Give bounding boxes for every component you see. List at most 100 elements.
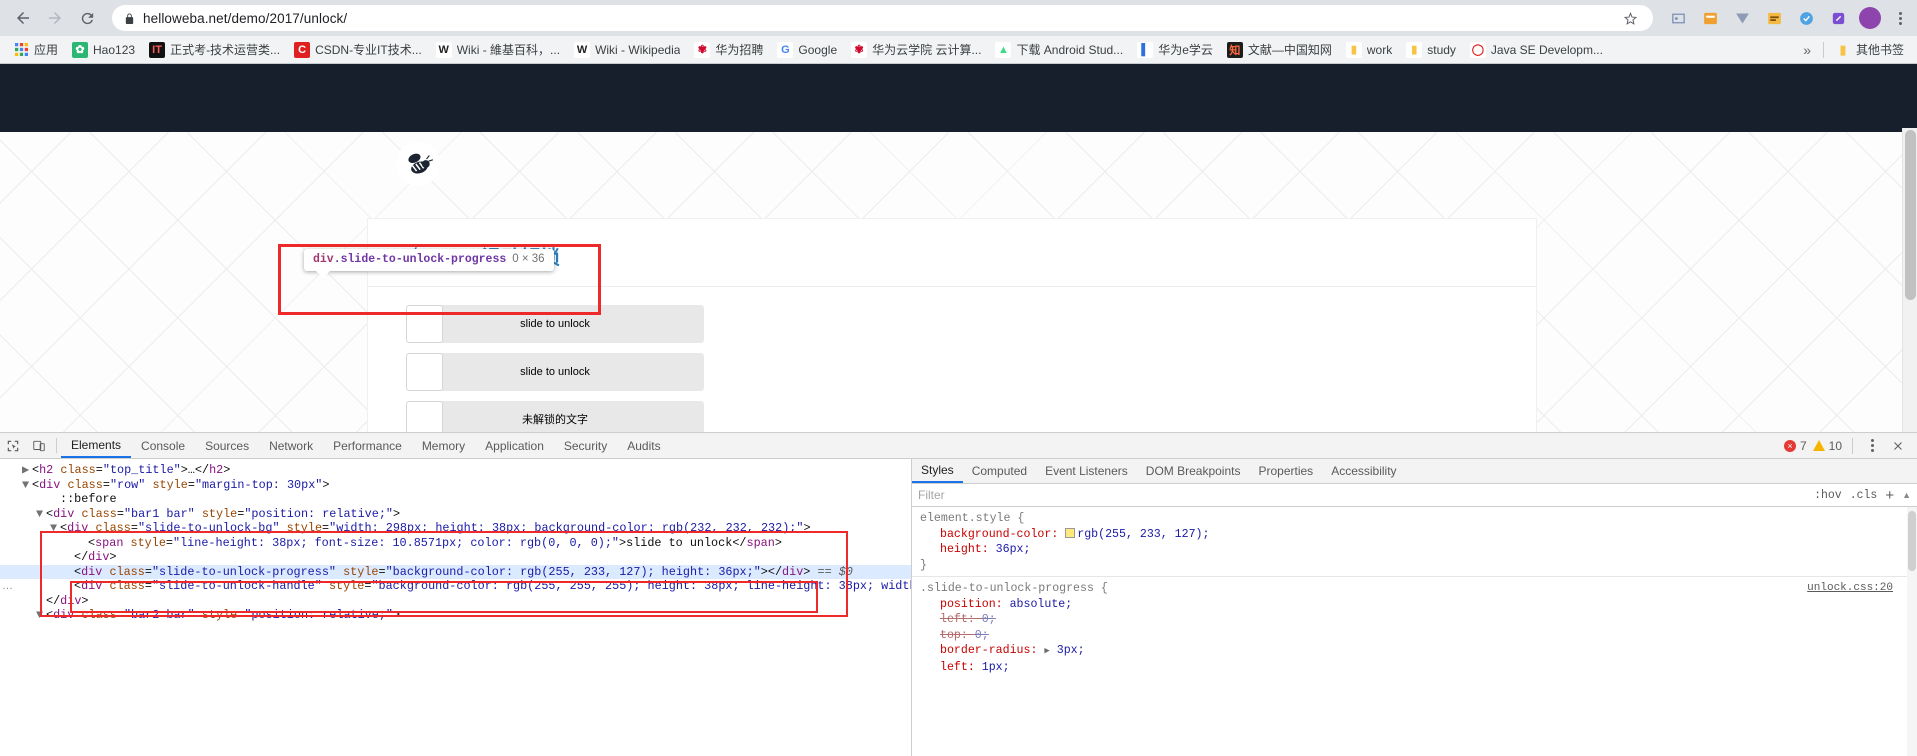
devtools-tab-console[interactable]: Console (131, 433, 195, 458)
hov-toggle[interactable]: :hov (1814, 489, 1842, 502)
scroll-up-caret-icon[interactable]: ▲ (1902, 490, 1911, 500)
slide-to-unlock-handle[interactable] (406, 353, 443, 391)
extension-icon-3[interactable] (1731, 7, 1753, 29)
cls-toggle[interactable]: .cls (1850, 489, 1878, 502)
forward-arrow-icon[interactable] (40, 3, 70, 33)
disclosure-triangle-icon[interactable]: ▼ (36, 608, 46, 623)
styles-tab-accessibility[interactable]: Accessibility (1322, 459, 1405, 483)
bookmark-other-folder[interactable]: ▮ 其他书签 (1828, 39, 1911, 60)
styles-tab-properties[interactable]: Properties (1249, 459, 1322, 483)
styles-scrollbar[interactable] (1907, 507, 1917, 756)
devtools-toolbar: Elements Console Sources Network Performance… (0, 433, 1917, 459)
bookmark-item[interactable]: ✿ Hao123 (65, 40, 142, 60)
extension-icon-2[interactable] (1699, 7, 1721, 29)
error-icon: × (1783, 439, 1796, 452)
back-arrow-icon[interactable] (8, 3, 38, 33)
extension-icon-4[interactable] (1763, 7, 1785, 29)
bookmark-item[interactable]: ✾ 华为招聘 (687, 39, 770, 60)
styles-filter-input[interactable]: Filter (918, 488, 1806, 502)
dom-node-line[interactable]: ▶ <h2 class="top_title">…</h2> (0, 463, 911, 478)
bookmark-item[interactable]: ◯ Java SE Developm... (1463, 40, 1610, 60)
devtools-tab-network[interactable]: Network (259, 433, 323, 458)
styles-scrollbar-thumb[interactable] (1908, 511, 1916, 571)
dom-node-line[interactable]: ▼ <div class="row" style="margin-top: 30p… (0, 478, 911, 493)
browser-menu-icon[interactable] (1891, 11, 1909, 25)
bookmark-item[interactable]: W Wiki - Wikipedia (567, 40, 687, 60)
inspect-element-icon[interactable] (0, 433, 26, 458)
dom-node-line[interactable]: ::before (0, 492, 911, 507)
new-style-rule-button[interactable]: + (1885, 488, 1894, 503)
css-declaration[interactable]: position: absolute; (920, 597, 1909, 613)
css-declaration[interactable]: height: 36px; (920, 542, 1909, 558)
dom-node-line[interactable]: <div class="slide-to-unlock-progress" st… (0, 564, 911, 579)
dom-node-line[interactable]: </div> (0, 550, 911, 565)
warning-badge[interactable]: 10 (1812, 439, 1842, 453)
slider-list: slide to unlockslide to unlock未解锁的文字slid… (368, 287, 1536, 432)
styles-rules[interactable]: element.style {background-color: rgb(255… (912, 507, 1917, 756)
styles-tab-computed[interactable]: Computed (963, 459, 1036, 483)
bookmarks-overflow-icon[interactable]: » (1795, 42, 1819, 58)
page-scrollbar[interactable] (1902, 128, 1917, 432)
disclosure-triangle-icon[interactable]: ▶ (22, 463, 32, 478)
slide-to-unlock-handle[interactable] (406, 305, 443, 343)
slide-to-unlock-handle[interactable] (406, 401, 443, 432)
bookmark-apps[interactable]: 应用 (6, 39, 65, 60)
styles-tab-dom-breakpoints[interactable]: DOM Breakpoints (1137, 459, 1250, 483)
css-declaration[interactable]: left: 1px; (920, 660, 1909, 676)
slide-to-unlock-bg[interactable]: slide to unlock (406, 353, 704, 391)
dom-node-line[interactable]: <div class="slide-to-unlock-handle" styl… (0, 579, 911, 594)
bookmark-item[interactable]: ▮ study (1399, 40, 1463, 60)
disclosure-triangle-icon[interactable]: ▼ (50, 521, 60, 536)
css-declaration[interactable]: background-color: rgb(255, 233, 127); (920, 527, 1909, 543)
profile-avatar[interactable] (1859, 7, 1881, 29)
bookmark-item[interactable]: ▲ 下载 Android Stud... (988, 39, 1130, 60)
dom-tree-pane[interactable]: ▶ <h2 class="top_title">…</h2> ▼ <div class… (0, 459, 912, 756)
extension-icon-6[interactable] (1827, 7, 1849, 29)
bookmark-star-icon[interactable] (1619, 7, 1641, 29)
styles-tab-styles[interactable]: Styles (912, 459, 963, 483)
bookmark-item[interactable]: C CSDN-专业IT技术... (287, 39, 429, 60)
device-toolbar-icon[interactable] (26, 433, 52, 458)
bookmark-item[interactable]: ✾ 华为云学院 云计算... (844, 39, 988, 60)
bookmark-item[interactable]: 知文献—中国知网 (1220, 39, 1339, 60)
page-scrollbar-thumb[interactable] (1905, 130, 1916, 300)
color-swatch[interactable] (1065, 527, 1076, 538)
dom-node-line[interactable]: ▼ <div class="bar2 bar" style="position: … (0, 608, 911, 623)
bookmark-item[interactable]: ▌ 华为e学云 (1130, 39, 1220, 60)
dom-node-line[interactable]: </div> (0, 594, 911, 609)
slide-to-unlock-bg[interactable]: slide to unlock (406, 305, 704, 343)
bee-logo-icon[interactable] (396, 142, 440, 186)
extension-icon-5[interactable] (1795, 7, 1817, 29)
devtools-tab-performance[interactable]: Performance (323, 433, 412, 458)
devtools-tab-audits[interactable]: Audits (617, 433, 670, 458)
extension-icon-1[interactable] (1667, 7, 1689, 29)
devtools-tab-security[interactable]: Security (554, 433, 617, 458)
css-source-link[interactable]: unlock.css:20 (1807, 581, 1893, 597)
slide-to-unlock-bg[interactable]: 未解锁的文字 (406, 401, 704, 432)
css-declaration[interactable]: border-radius: ▶ 3px; (920, 643, 1909, 660)
css-rule[interactable]: .slide-to-unlock-progress {unlock.css:20… (912, 576, 1917, 678)
bookmark-item[interactable]: G Google (770, 40, 844, 60)
css-declaration[interactable]: left: 0; (920, 612, 1909, 628)
devtools-tab-elements[interactable]: Elements (61, 433, 132, 458)
devtools-tab-application[interactable]: Application (475, 433, 554, 458)
expand-triangle-icon[interactable]: ▶ (1044, 646, 1049, 656)
dom-node-line[interactable]: ▼ <div class="slide-to-unlock-bg" style="… (0, 521, 911, 536)
devtools-tab-memory[interactable]: Memory (412, 433, 475, 458)
bookmark-item[interactable]: W Wiki - 維基百科，... (429, 39, 567, 60)
dom-node-line[interactable]: <span style="line-height: 38px; font-siz… (0, 536, 911, 551)
address-bar[interactable]: helloweba.net/demo/2017/unlock/ (112, 5, 1653, 31)
close-icon[interactable] (1887, 435, 1909, 457)
devtools-tab-sources[interactable]: Sources (195, 433, 259, 458)
disclosure-triangle-icon[interactable]: ▼ (22, 478, 32, 493)
bookmark-item[interactable]: ▮ work (1339, 40, 1399, 60)
bookmark-item[interactable]: IT 正式考-技术运营类... (142, 39, 287, 60)
kebab-menu-icon[interactable] (1863, 439, 1881, 452)
dom-node-line[interactable]: ▼ <div class="bar1 bar" style="position: … (0, 507, 911, 522)
css-rule[interactable]: element.style {background-color: rgb(255… (912, 511, 1917, 576)
disclosure-triangle-icon[interactable]: ▼ (36, 507, 46, 522)
error-badge[interactable]: × 7 (1783, 439, 1807, 453)
reload-icon[interactable] (72, 3, 102, 33)
styles-tab-event-listeners[interactable]: Event Listeners (1036, 459, 1137, 483)
css-declaration[interactable]: top: 0; (920, 628, 1909, 644)
